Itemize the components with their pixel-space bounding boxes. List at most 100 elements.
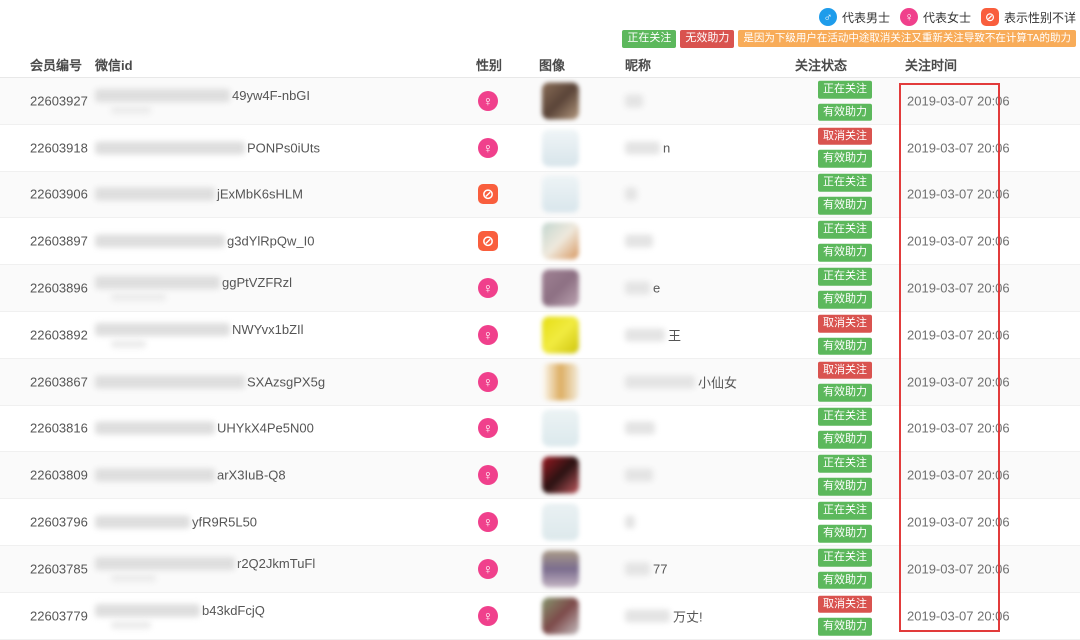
avatar: [542, 597, 579, 634]
redacted-wechat-id: [95, 235, 225, 248]
redacted-wechat-id-line2: [111, 340, 146, 348]
redacted-wechat-id: [95, 516, 190, 529]
nickname: 万丈!: [625, 606, 703, 625]
female-icon: ♀: [900, 8, 918, 26]
female-icon: ♀: [478, 465, 498, 485]
nickname: [625, 235, 653, 248]
gender-cell: ⊘: [470, 184, 506, 204]
follow-status-badge: 取消关注: [818, 595, 872, 613]
avatar: [542, 457, 579, 494]
wechat-id-suffix: SXAzsgPX5g: [247, 374, 325, 389]
nickname-suffix: n: [663, 140, 670, 155]
wechat-id-line: b43kdFcjQ: [95, 603, 265, 618]
wechat-id-suffix: r2Q2JkmTuFl: [237, 556, 315, 571]
status-legend: 正在关注 无效助力 是因为下级用户在活动中途取消关注又重新关注导致不在计算TA的…: [622, 30, 1076, 48]
status-cell: 正在关注 有效助力: [818, 455, 872, 496]
wechat-id-suffix: b43kdFcjQ: [202, 603, 265, 618]
table-row: 22603816 UHYkX4Pe5N00 ♀ 正在关注 有效助力 2019-0…: [0, 406, 1080, 453]
status-cell: 正在关注 有效助力: [818, 549, 872, 590]
member-follow-table-page: ♂ 代表男士 ♀ 代表女士 ⊘ 表示性别不详 正在关注 无效助力 是因为下级用户…: [0, 0, 1080, 639]
wechat-id: 49yw4F-nbGI: [95, 88, 310, 114]
redacted-wechat-id-line2: [111, 621, 151, 629]
follow-status-badge: 正在关注: [818, 408, 872, 426]
follow-status-badge: 取消关注: [818, 127, 872, 145]
nickname: 王: [625, 325, 681, 344]
follow-status-badge: 正在关注: [818, 502, 872, 520]
status-cell: 正在关注 有效助力: [818, 268, 872, 309]
status-cell: 正在关注 有效助力: [818, 502, 872, 543]
redacted-wechat-id: [95, 375, 245, 388]
wechat-id-line: NWYvx1bZIl: [95, 322, 304, 337]
nickname: [625, 94, 643, 107]
gender-cell: ♀: [470, 372, 506, 392]
nickname-suffix: e: [653, 281, 660, 296]
follow-time: 2019-03-07 20:06: [907, 327, 1010, 342]
redacted-nickname: [625, 422, 655, 435]
follow-time: 2019-03-07 20:06: [907, 93, 1010, 108]
wechat-id-suffix: ggPtVZFRzl: [222, 275, 292, 290]
legend-unknown-label: 表示性别不详: [1004, 9, 1076, 26]
wechat-id: SXAzsgPX5g: [95, 374, 325, 389]
member-id: 22603906: [30, 187, 88, 202]
legend-male-label: 代表男士: [842, 9, 890, 26]
avatar: [542, 410, 579, 447]
female-icon: ♀: [478, 278, 498, 298]
table-row: 22603896 ggPtVZFRzl ♀ e 正在关注 有效助力 2019-0…: [0, 265, 1080, 312]
female-icon: ♀: [478, 91, 498, 111]
member-id: 22603918: [30, 140, 88, 155]
follow-time: 2019-03-07 20:06: [907, 140, 1010, 155]
header-wechat-id: 微信id: [95, 55, 133, 74]
wechat-id-line: ggPtVZFRzl: [95, 275, 292, 290]
female-icon: ♀: [478, 606, 498, 626]
wechat-id-line: SXAzsgPX5g: [95, 374, 325, 389]
nickname: 77: [625, 561, 667, 576]
avatar: [542, 270, 579, 307]
follow-status-badge: 正在关注: [818, 221, 872, 239]
gender-cell: ♀: [470, 418, 506, 438]
avatar-cell: [542, 270, 579, 307]
avatar: [542, 176, 579, 213]
header-follow-time: 关注时间: [905, 55, 957, 74]
redacted-wechat-id: [95, 188, 215, 201]
wechat-id-line: r2Q2JkmTuFl: [95, 556, 315, 571]
redacted-nickname: [625, 141, 660, 154]
wechat-id: yfR9R5L50: [95, 515, 257, 530]
nickname: [625, 188, 637, 201]
redacted-wechat-id: [95, 89, 230, 102]
wechat-id: r2Q2JkmTuFl: [95, 556, 315, 582]
nickname-suffix: 王: [668, 325, 681, 344]
boost-status-badge: 有效助力: [818, 244, 872, 262]
avatar-cell: [542, 550, 579, 587]
table-row: 22603785 r2Q2JkmTuFl ♀ 77 正在关注 有效助力 2019…: [0, 546, 1080, 593]
table-row: 22603927 49yw4F-nbGI ♀ 正在关注 有效助力 2019-03…: [0, 78, 1080, 125]
avatar: [542, 550, 579, 587]
follow-time: 2019-03-07 20:06: [907, 608, 1010, 623]
wechat-id-suffix: arX3IuB-Q8: [217, 468, 286, 483]
avatar: [542, 129, 579, 166]
nickname: [625, 422, 655, 435]
female-icon: ♀: [478, 138, 498, 158]
table-row: 22603892 NWYvx1bZIl ♀ 王 取消关注 有效助力 2019-0…: [0, 312, 1080, 359]
gender-cell: ♀: [470, 91, 506, 111]
member-id: 22603785: [30, 561, 88, 576]
avatar-cell: [542, 82, 579, 119]
member-id: 22603927: [30, 93, 88, 108]
follow-time: 2019-03-07 20:06: [907, 421, 1010, 436]
wechat-id-line: yfR9R5L50: [95, 515, 257, 530]
status-cell: 取消关注 有效助力: [818, 361, 872, 402]
invalid-boost-badge: 无效助力: [680, 30, 734, 48]
follow-status-badge: 正在关注: [818, 549, 872, 567]
gender-unknown-icon: ⊘: [478, 231, 498, 251]
wechat-id-suffix: NWYvx1bZIl: [232, 322, 304, 337]
note-badge: 是因为下级用户在活动中途取消关注又重新关注导致不在计算TA的助力: [738, 30, 1076, 47]
wechat-id: ggPtVZFRzl: [95, 275, 292, 301]
wechat-id: g3dYlRpQw_I0: [95, 234, 314, 249]
wechat-id-suffix: 49yw4F-nbGI: [232, 88, 310, 103]
redacted-wechat-id: [95, 422, 215, 435]
member-id: 22603809: [30, 468, 88, 483]
member-id: 22603897: [30, 234, 88, 249]
avatar: [542, 316, 579, 353]
gender-cell: ⊘: [470, 231, 506, 251]
avatar: [542, 363, 579, 400]
redacted-wechat-id: [95, 469, 215, 482]
